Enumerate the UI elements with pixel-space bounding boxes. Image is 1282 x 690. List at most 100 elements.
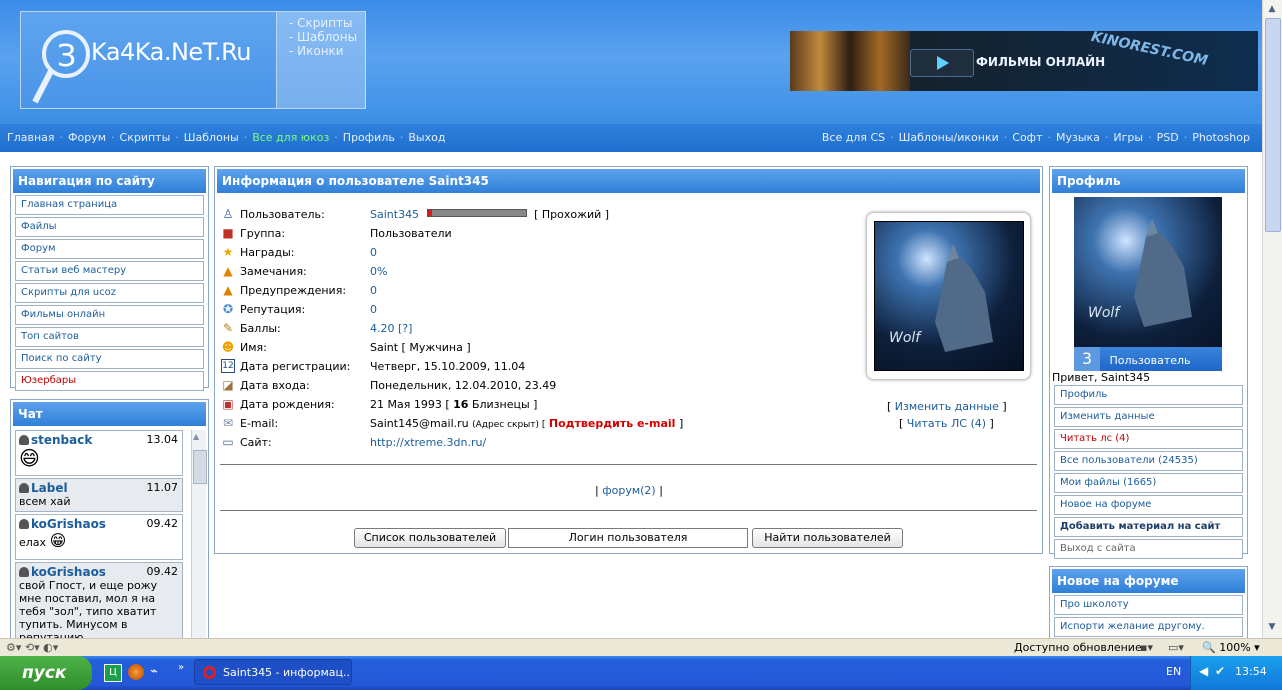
quicklaunch-icon[interactable]: Ц bbox=[104, 664, 122, 682]
taskbar-window-button[interactable]: Saint345 - информац... bbox=[194, 659, 352, 685]
nav-link[interactable]: Скрипты для ucoz bbox=[15, 283, 204, 303]
nav-link[interactable]: Файлы bbox=[15, 217, 204, 237]
top-menu-left-item[interactable]: Выход bbox=[408, 131, 445, 144]
top-menu-left-item[interactable]: Скрипты bbox=[120, 131, 171, 144]
nav-link[interactable]: Поиск по сайту bbox=[15, 349, 204, 369]
kinorest-banner[interactable]: ФИЛЬМЫ ОНЛАЙН KINOREST.COM bbox=[790, 31, 1258, 91]
language-indicator[interactable]: EN bbox=[1166, 665, 1181, 678]
top-menu-left-item[interactable]: Шаблоны bbox=[184, 131, 239, 144]
profile-link[interactable]: Добавить материал на сайт bbox=[1054, 517, 1243, 537]
start-label: пуск bbox=[22, 663, 67, 683]
menu-separator: · bbox=[243, 131, 248, 144]
network-icon[interactable]: ⌁ bbox=[150, 664, 158, 679]
profile-link[interactable]: Читать лс (4) bbox=[1054, 429, 1243, 449]
page-scrollbar[interactable]: ▲ ▼ bbox=[1262, 0, 1282, 638]
wolf-image bbox=[935, 244, 993, 352]
label-reputation: Репутация: bbox=[240, 303, 306, 316]
edit-data-link[interactable]: Изменить данные bbox=[895, 400, 999, 413]
pencil-icon: ✎ bbox=[222, 321, 234, 335]
page-scroll-thumb[interactable] bbox=[1265, 18, 1281, 232]
forum-topic-link[interactable]: Про школоту bbox=[1054, 595, 1243, 615]
top-menu-left-item[interactable]: Главная bbox=[7, 131, 55, 144]
top-menu-right-item[interactable]: Музыка bbox=[1056, 131, 1100, 144]
tray-icon[interactable]: ✔ bbox=[1215, 664, 1225, 678]
nav-link[interactable]: Форум bbox=[15, 239, 204, 259]
profile-link[interactable]: Мои файлы (1665) bbox=[1054, 473, 1243, 493]
value-warnings[interactable]: 0 bbox=[370, 284, 377, 297]
profile-link[interactable]: Все пользователи (24535) bbox=[1054, 451, 1243, 471]
label-email: E-mail: bbox=[240, 417, 279, 430]
value-remarks[interactable]: 0% bbox=[370, 265, 387, 278]
value-reputation[interactable]: 0 bbox=[370, 303, 377, 316]
windows-taskbar: пуск Ц ⌁ » Saint345 - информац... EN ◀ ✔… bbox=[0, 656, 1282, 690]
site-logo[interactable]: З Ka4Ka.NeT.Ru - Скрипты - Шаблоны - Ико… bbox=[20, 11, 366, 109]
top-menu-left-item[interactable]: Форум bbox=[68, 131, 106, 144]
user-login-button[interactable]: Логин пользователя bbox=[508, 528, 748, 548]
page-icon[interactable]: ▭▾ bbox=[1168, 641, 1184, 654]
chat-username[interactable]: stenback bbox=[31, 433, 92, 447]
start-button[interactable]: пуск bbox=[0, 656, 92, 690]
menu-separator: · bbox=[175, 131, 179, 144]
play-icon bbox=[910, 49, 974, 77]
read-pm-link[interactable]: Читать ЛС (4) bbox=[907, 417, 986, 430]
forum-link[interactable]: форум(2) bbox=[602, 484, 656, 497]
value-awards[interactable]: 0 bbox=[370, 246, 377, 259]
logo-link-scripts[interactable]: - Скрипты bbox=[289, 16, 357, 30]
nav-link[interactable]: Топ сайтов bbox=[15, 327, 204, 347]
statusbar-tools-icon[interactable]: ⚙▾ ⟲▾ ◐▾ bbox=[6, 641, 58, 654]
chat-scroll-thumb[interactable] bbox=[193, 450, 207, 484]
reputation-icon: ✪ bbox=[222, 302, 234, 316]
top-menu-right-item[interactable]: Шаблоны/иконки bbox=[899, 131, 999, 144]
nav-link[interactable]: Фильмы онлайн bbox=[15, 305, 204, 325]
zoom-control[interactable]: 🔍 100% ▾ bbox=[1202, 641, 1260, 654]
nav-list: Главная страница Файлы Форум Статьи веб мас… bbox=[11, 195, 208, 391]
top-menu-right-item[interactable]: PSD bbox=[1157, 131, 1179, 144]
points-help[interactable]: [?] bbox=[398, 322, 412, 335]
find-users-button[interactable]: Найти пользователей bbox=[752, 528, 903, 548]
chat-username[interactable]: koGrishaos bbox=[31, 565, 106, 579]
forum-topic-link[interactable]: Испорти желание другому. bbox=[1054, 617, 1243, 637]
magnifier-icon: З bbox=[32, 30, 90, 104]
firefox-icon[interactable] bbox=[128, 664, 144, 680]
nav-link[interactable]: Главная страница bbox=[15, 195, 204, 215]
avatar-caption: Wolf bbox=[889, 330, 921, 346]
username-link[interactable]: Saint345 bbox=[370, 208, 419, 221]
user-icon bbox=[19, 435, 29, 445]
logo-link-templates[interactable]: - Шаблоны bbox=[289, 30, 357, 44]
top-menu-right-item[interactable]: Софт bbox=[1012, 131, 1042, 144]
birthday-age: 16 bbox=[453, 398, 469, 411]
profile-link[interactable]: Изменить данные bbox=[1054, 407, 1243, 427]
logo-link-icons[interactable]: - Иконки bbox=[289, 44, 357, 58]
top-menu-left-item[interactable]: Профиль bbox=[343, 131, 395, 144]
nav-link[interactable]: Статьи веб мастеру bbox=[15, 261, 204, 281]
site-link[interactable]: http://xtreme.3dn.ru/ bbox=[370, 436, 486, 449]
avatar: Wolf bbox=[874, 221, 1024, 371]
system-tray: ◀ ✔ 13:54 bbox=[1190, 656, 1282, 690]
top-menu-left-item[interactable]: Все для юкоз bbox=[252, 131, 329, 144]
warning-icon: ▲ bbox=[223, 264, 233, 278]
scroll-up-icon[interactable]: ▲ bbox=[1265, 2, 1279, 16]
top-menu-right-item[interactable]: Игры bbox=[1113, 131, 1143, 144]
tray-back-icon[interactable]: ◀ bbox=[1199, 664, 1208, 678]
confirm-email-link[interactable]: Подтвердить e-mail bbox=[549, 417, 676, 430]
profile-link[interactable]: Выход с сайта bbox=[1054, 539, 1243, 559]
profile-link[interactable]: Профиль bbox=[1054, 385, 1243, 405]
update-icon[interactable]: ▪▾ bbox=[1140, 641, 1153, 654]
users-list-button[interactable]: Список пользователей bbox=[354, 528, 506, 548]
edit-data-links: [ Изменить данные ] bbox=[887, 400, 1007, 413]
scroll-down-icon[interactable]: ▼ bbox=[1265, 620, 1279, 634]
top-menu-right: Все для CS · Шаблоны/иконки · Софт · Музыка · Иг… bbox=[822, 131, 1250, 144]
nav-link[interactable]: Юзербары bbox=[15, 371, 204, 391]
profile-avatar[interactable]: Wolf 3 Пользователь bbox=[1074, 197, 1222, 371]
chat-text: свой Гпост, и еще рожу мне поставил, мол… bbox=[19, 579, 158, 638]
profile-link[interactable]: Новое на форуме bbox=[1054, 495, 1243, 515]
chat-time: 13.04 bbox=[146, 433, 179, 446]
top-menu-right-item[interactable]: Все для CS bbox=[822, 131, 885, 144]
chat-scrollbar[interactable]: ▲ bbox=[191, 430, 207, 638]
quicklaunch-more-icon[interactable]: » bbox=[178, 662, 184, 673]
user-icon bbox=[19, 519, 29, 529]
top-menu-right-item[interactable]: Photoshop bbox=[1192, 131, 1250, 144]
chat-username[interactable]: Label bbox=[31, 481, 68, 495]
scroll-up-icon[interactable]: ▲ bbox=[193, 432, 199, 441]
chat-username[interactable]: koGrishaos bbox=[31, 517, 106, 531]
